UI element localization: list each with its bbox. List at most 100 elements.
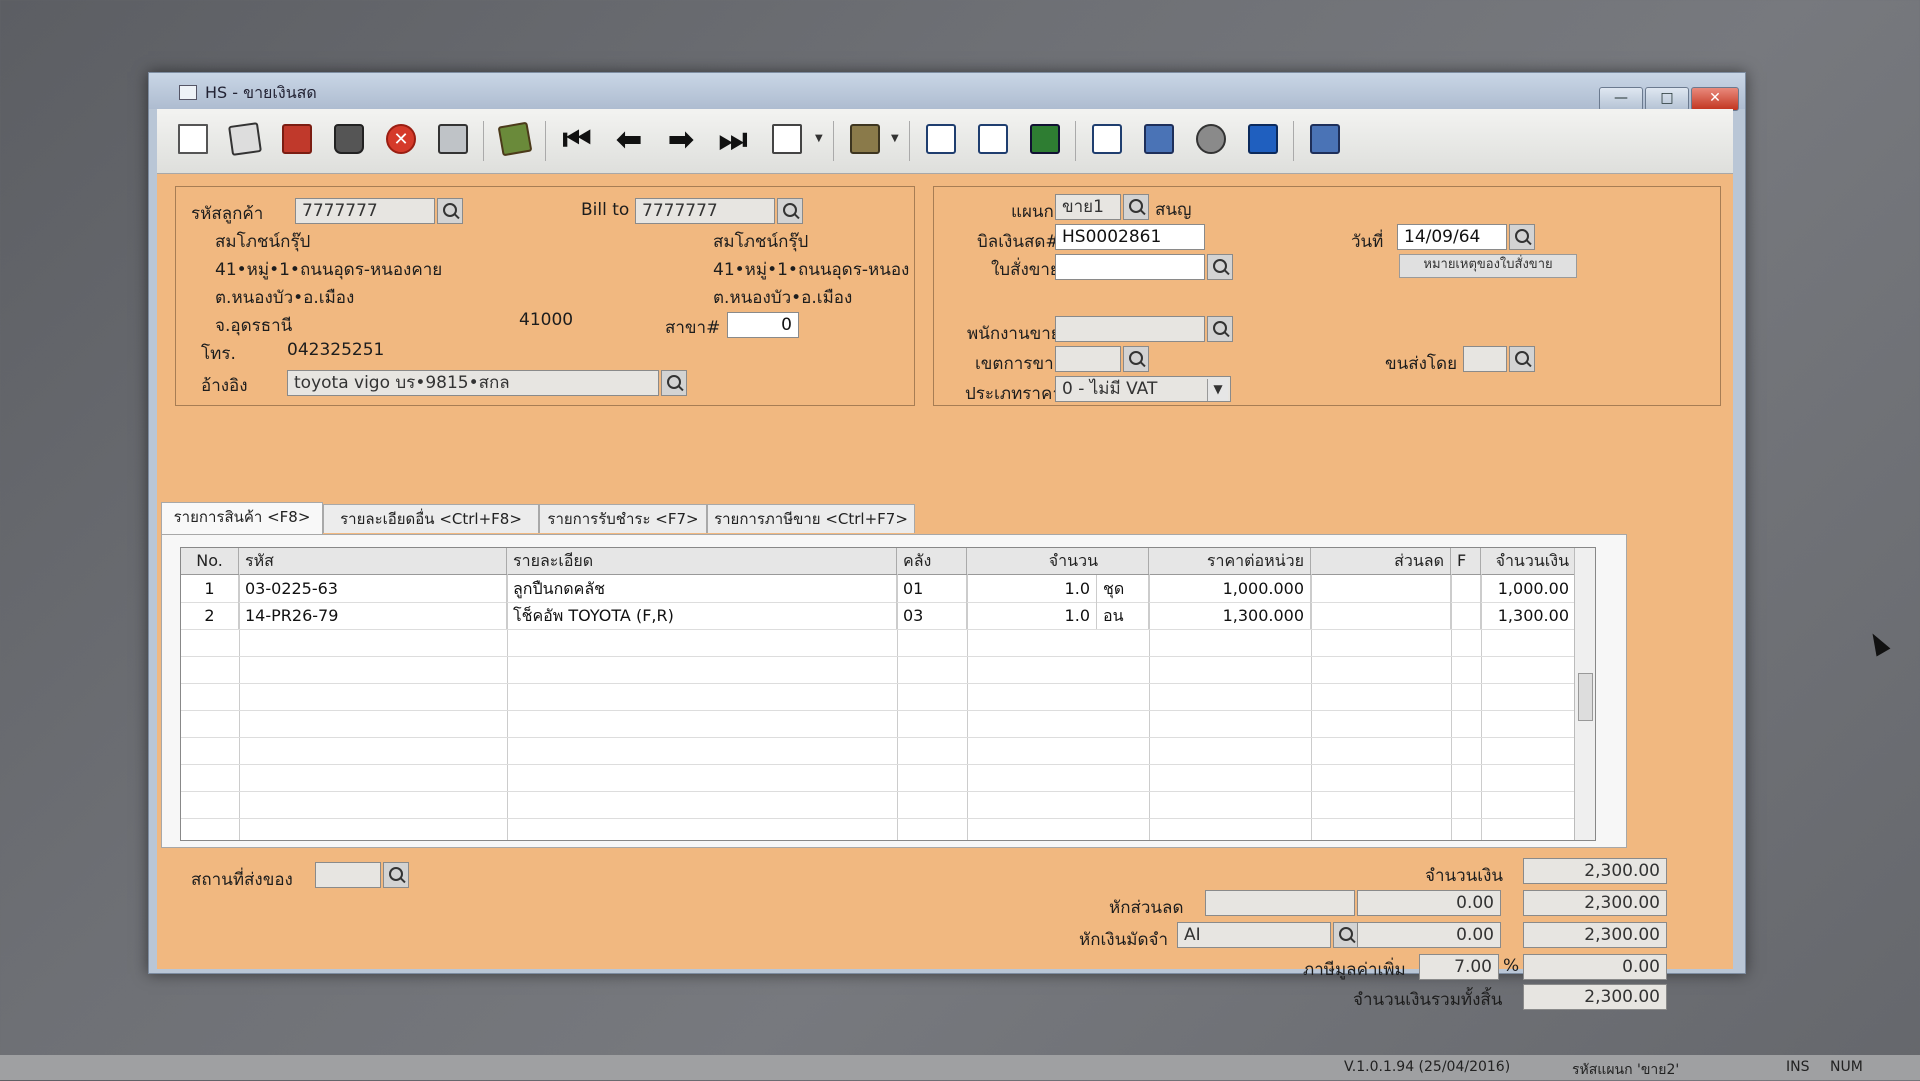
sales-order-icon[interactable] [1023,117,1067,161]
reference-label: อ้างอิง [201,376,248,396]
price-type-select[interactable]: 0 - ไม่มี VAT ▼ [1055,376,1231,402]
tab-sales-tax[interactable]: รายการภาษีขาย <Ctrl+F7> [707,504,915,533]
customer-code-field[interactable]: 7777777 [295,198,435,224]
approve-icon[interactable] [1137,117,1181,161]
row-flag [1451,575,1481,602]
minimize-button[interactable]: — [1599,87,1643,111]
date-picker-icon[interactable] [1509,224,1535,250]
maximize-button[interactable]: □ [1645,87,1689,111]
sales-area-field[interactable] [1055,346,1121,372]
network-icon[interactable] [1303,117,1347,161]
row-quantity: 1.0 [967,602,1097,629]
col-discount[interactable]: ส่วนลด [1311,548,1451,574]
phone-label: โทร. [201,344,236,364]
ok-document-icon[interactable] [1241,117,1285,161]
deposit-code-field[interactable]: AI [1177,922,1331,948]
col-quantity[interactable]: จำนวน [967,548,1149,574]
find-dropdown-icon[interactable]: ▼ [815,133,823,144]
table-row[interactable]: 1 03-0225-63 ลูกปืนกดคลัช 01 1.0 ชุด 1,0… [181,575,1595,603]
table-row[interactable]: 2 14-PR26-79 โช็คอัพ TOYOTA (F,R) 03 1.0… [181,602,1595,630]
sales-area-label: เขตการขาย [975,354,1064,374]
bill-number-label: บิลเงินสด# [977,232,1060,252]
delete-bin-icon[interactable] [327,117,371,161]
order-note-button[interactable]: หมายเหตุของใบสั่งขาย [1399,254,1577,278]
scrollbar-thumb[interactable] [1578,673,1593,721]
deposit-label: หักเงินมัดจำ [1079,930,1168,950]
calculator-icon[interactable] [919,117,963,161]
col-code[interactable]: รหัส [239,548,507,574]
void-icon[interactable] [275,117,319,161]
status-bar: V.1.0.1.94 (25/04/2016) รหัสแผนก 'ขาย2' … [0,1055,1920,1080]
calendar-icon[interactable] [1085,117,1129,161]
sales-area-search-icon[interactable] [1123,346,1149,372]
ship-place-field[interactable] [315,862,381,888]
ship-by-field[interactable] [1463,346,1507,372]
customer-address-2: ต.หนองบัว•อ.เมือง [215,288,355,308]
ship-place-search-icon[interactable] [383,862,409,888]
cancel-icon[interactable]: ✕ [379,117,423,161]
col-amount[interactable]: จำนวนเงิน [1481,548,1575,574]
tab-items[interactable]: รายการสินค้า <F8> [161,502,323,534]
reference-field[interactable]: toyota vigo บร•9815•สกล [287,370,659,396]
items-panel: No. รหัส รายละเอียด คลัง จำนวน ราคาต่อหน… [161,534,1627,848]
row-flag [1451,602,1481,629]
sales-window: HS - ขายเงินสด — □ ✕ ✕ ⏮ ⬅ ➡ ⏭ ▼ ▼ รหัสล… [148,72,1746,1010]
deposit-search-icon[interactable] [1333,922,1359,948]
customer-search-icon[interactable] [437,198,463,224]
first-record-icon[interactable]: ⏮ [555,117,599,161]
salesman-field[interactable] [1055,316,1205,342]
grid-scrollbar[interactable] [1574,548,1595,840]
col-warehouse[interactable]: คลัง [897,548,967,574]
table-row-empty[interactable] [181,710,1595,738]
chevron-down-icon[interactable]: ▼ [1207,379,1228,401]
department-field[interactable]: ขาย1 [1055,194,1121,220]
col-flag[interactable]: F [1451,548,1481,574]
bill-to-field[interactable]: 7777777 [635,198,775,224]
price-type-value: 0 - ไม่มี VAT [1062,379,1158,399]
salesman-search-icon[interactable] [1207,316,1233,342]
close-button[interactable]: ✕ [1691,87,1739,111]
department-search-icon[interactable] [1123,194,1149,220]
sales-order-label: ใบสั่งขาย [991,260,1060,280]
last-record-icon[interactable]: ⏭ [711,117,755,161]
new-document-icon[interactable] [171,117,215,161]
table-row-empty[interactable] [181,656,1595,684]
reference-search-icon[interactable] [661,370,687,396]
save-icon[interactable] [431,117,475,161]
row-quantity: 1.0 [967,575,1097,602]
table-row-empty[interactable] [181,683,1595,711]
bill-to-search-icon[interactable] [777,198,803,224]
num-lock-indicator: NUM [1830,1059,1863,1075]
row-discount [1311,602,1451,629]
table-row-empty[interactable] [181,764,1595,792]
report-icon[interactable] [971,117,1015,161]
vat-rate-field[interactable]: 7.00 [1419,954,1499,980]
edit-icon[interactable] [223,117,267,161]
ship-by-search-icon[interactable] [1509,346,1535,372]
previous-record-icon[interactable]: ⬅ [607,117,651,161]
sales-order-field[interactable] [1055,254,1205,280]
table-row-empty[interactable] [181,791,1595,819]
bill-number-field[interactable]: HS0002861 [1055,224,1205,250]
ship-by-label: ขนส่งโดย [1385,354,1458,374]
discount-value-field[interactable]: 0.00 [1357,890,1501,916]
print-icon[interactable] [843,117,887,161]
row-code: 14-PR26-79 [239,602,507,629]
book-icon[interactable] [493,117,537,161]
find-icon[interactable] [765,117,809,161]
sales-order-search-icon[interactable] [1207,254,1233,280]
tab-payments[interactable]: รายการรับชำระ <F7> [539,504,707,533]
col-description[interactable]: รายละเอียด [507,548,897,574]
print-dropdown-icon[interactable]: ▼ [891,133,899,144]
col-unit-price[interactable]: ราคาต่อหน่วย [1149,548,1311,574]
discount-text-field[interactable] [1205,890,1355,916]
link-icon[interactable] [1189,117,1233,161]
table-row-empty[interactable] [181,629,1595,657]
col-no[interactable]: No. [181,548,239,574]
tab-other-details[interactable]: รายละเอียดอื่น <Ctrl+F8> [323,504,539,533]
date-field[interactable]: 14/09/64 [1397,224,1507,250]
next-record-icon[interactable]: ➡ [659,117,703,161]
table-row-empty[interactable] [181,737,1595,765]
deposit-value-field[interactable]: 0.00 [1357,922,1501,948]
branch-field[interactable]: 0 [727,312,799,338]
